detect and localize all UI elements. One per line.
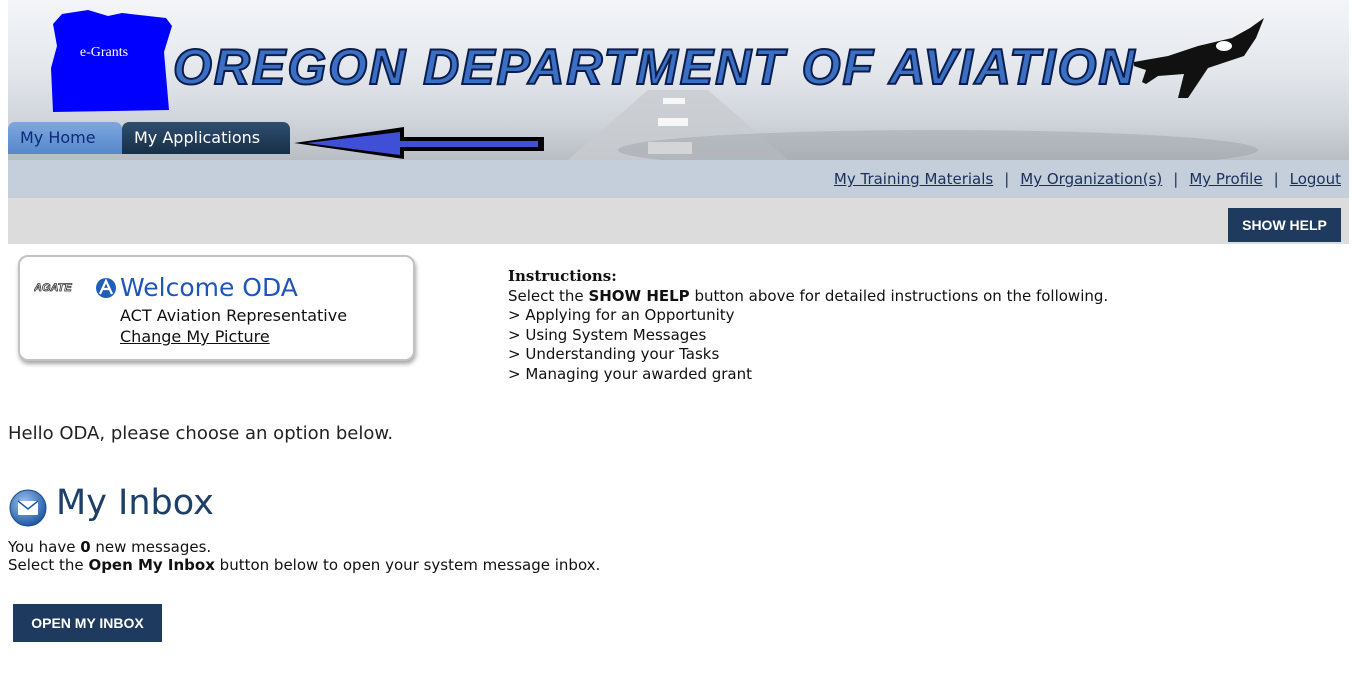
new-messages-suffix: new messages. bbox=[90, 538, 212, 556]
nav-separator: | bbox=[1173, 170, 1179, 188]
new-messages-prefix: You have bbox=[8, 538, 81, 556]
instructions-intro-suffix: button above for detailed instructions o… bbox=[689, 286, 1109, 305]
open-inbox-instructions: Select the Open My Inbox button below to… bbox=[8, 556, 600, 574]
nav-separator: | bbox=[1004, 170, 1010, 188]
instructions-intro-bold: SHOW HELP bbox=[588, 286, 690, 305]
open-inbox-bold: Open My Inbox bbox=[88, 556, 215, 574]
instruction-item: > Understanding your Tasks bbox=[508, 345, 720, 363]
change-picture-link[interactable]: Change My Picture bbox=[120, 327, 270, 346]
show-help-button[interactable]: SHOW HELP bbox=[1228, 208, 1341, 242]
help-bar: SHOW HELP bbox=[8, 198, 1349, 244]
nav-profile-link[interactable]: My Profile bbox=[1189, 170, 1262, 188]
greeting-text: Hello ODA, please choose an option below… bbox=[8, 423, 394, 444]
user-role: ACT Aviation Representative bbox=[120, 306, 348, 325]
agate-logo: AGATE bbox=[34, 278, 116, 298]
svg-text:AGATE: AGATE bbox=[34, 282, 72, 294]
nav-organizations-link[interactable]: My Organization(s) bbox=[1020, 170, 1162, 188]
tab-my-home[interactable]: My Home bbox=[8, 122, 122, 154]
inbox-envelope-icon bbox=[9, 489, 47, 527]
nav-logout-link[interactable]: Logout bbox=[1290, 170, 1341, 188]
instructions-heading: Instructions: bbox=[508, 267, 617, 285]
new-messages-count: 0 bbox=[80, 538, 91, 556]
site-title: OREGON DEPARTMENT OF AVIATION bbox=[172, 38, 1137, 96]
welcome-title: Welcome ODA bbox=[120, 273, 298, 302]
top-nav-bar: My Training Materials | My Organization(s)… bbox=[8, 160, 1349, 198]
instructions-block: Instructions: Select the SHOW HELP butto… bbox=[508, 267, 1108, 384]
open-inbox-suffix: button below to open your system message… bbox=[214, 556, 601, 574]
open-inbox-prefix: Select the bbox=[8, 556, 89, 574]
annotation-arrow bbox=[294, 127, 544, 159]
new-messages-text: You have 0 new messages. bbox=[8, 538, 211, 556]
tab-my-applications[interactable]: My Applications bbox=[122, 122, 290, 154]
instruction-item: > Using System Messages bbox=[508, 325, 707, 344]
airplane-icon bbox=[1134, 18, 1264, 98]
inbox-title: My Inbox bbox=[56, 483, 214, 523]
nav-separator: | bbox=[1273, 170, 1279, 188]
nav-training-materials-link[interactable]: My Training Materials bbox=[834, 170, 993, 188]
open-my-inbox-button[interactable]: OPEN MY INBOX bbox=[13, 604, 162, 642]
instructions-intro-prefix: Select the bbox=[508, 286, 589, 305]
egrants-logo-text: e-Grants bbox=[79, 45, 129, 60]
instruction-item: > Applying for an Opportunity bbox=[508, 306, 735, 324]
welcome-card: AGATE Welcome ODA ACT Aviation Represent… bbox=[18, 255, 415, 361]
instructions-intro: Select the SHOW HELP button above for de… bbox=[508, 287, 1108, 307]
instruction-item: > Managing your awarded grant bbox=[508, 364, 753, 383]
oregon-map-logo bbox=[51, 10, 172, 112]
